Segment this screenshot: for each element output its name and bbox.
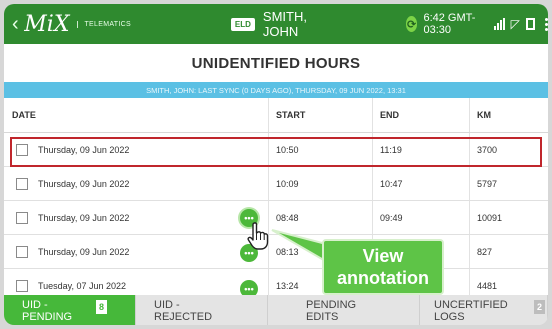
callout-line-2: annotation [337, 268, 429, 288]
tab-label-line1: UID - [154, 299, 180, 311]
tab-label-line1: PENDING [306, 299, 357, 311]
tab-label-line2: EDITS [306, 311, 339, 323]
tab-count-badge: 8 [96, 300, 108, 314]
tab-label-line2: LOGS [434, 311, 465, 323]
tab-uid-rejected[interactable]: UID - REJECTED [136, 295, 268, 325]
tab-label-line1: UNCERTIFIED [434, 299, 508, 311]
device-frame: ‹ MiX TELEMATICS ELD SMITH, JOHN ⟳ 6:42 … [0, 0, 552, 329]
tab-uncertified-logs[interactable]: UNCERTIFIED LOGS 2 [420, 295, 548, 325]
callout-line-1: View [362, 246, 404, 266]
tab-label-line1: UID - [22, 299, 48, 311]
tab-pending-edits[interactable]: PENDING EDITS [268, 295, 420, 325]
view-annotation-callout: View annotation [322, 239, 444, 295]
tab-label-line2: REJECTED [154, 311, 213, 323]
bottom-tab-bar: UID - PENDING 8 UID - REJECTED PENDING E… [4, 295, 548, 325]
app-screen: ‹ MiX TELEMATICS ELD SMITH, JOHN ⟳ 6:42 … [4, 4, 548, 325]
hand-cursor-icon [247, 222, 269, 250]
tab-label-line2: PENDING [22, 311, 73, 323]
tab-uid-pending[interactable]: UID - PENDING 8 [4, 295, 136, 325]
callout-arrow [271, 229, 335, 268]
tab-count-badge: 2 [534, 300, 546, 314]
